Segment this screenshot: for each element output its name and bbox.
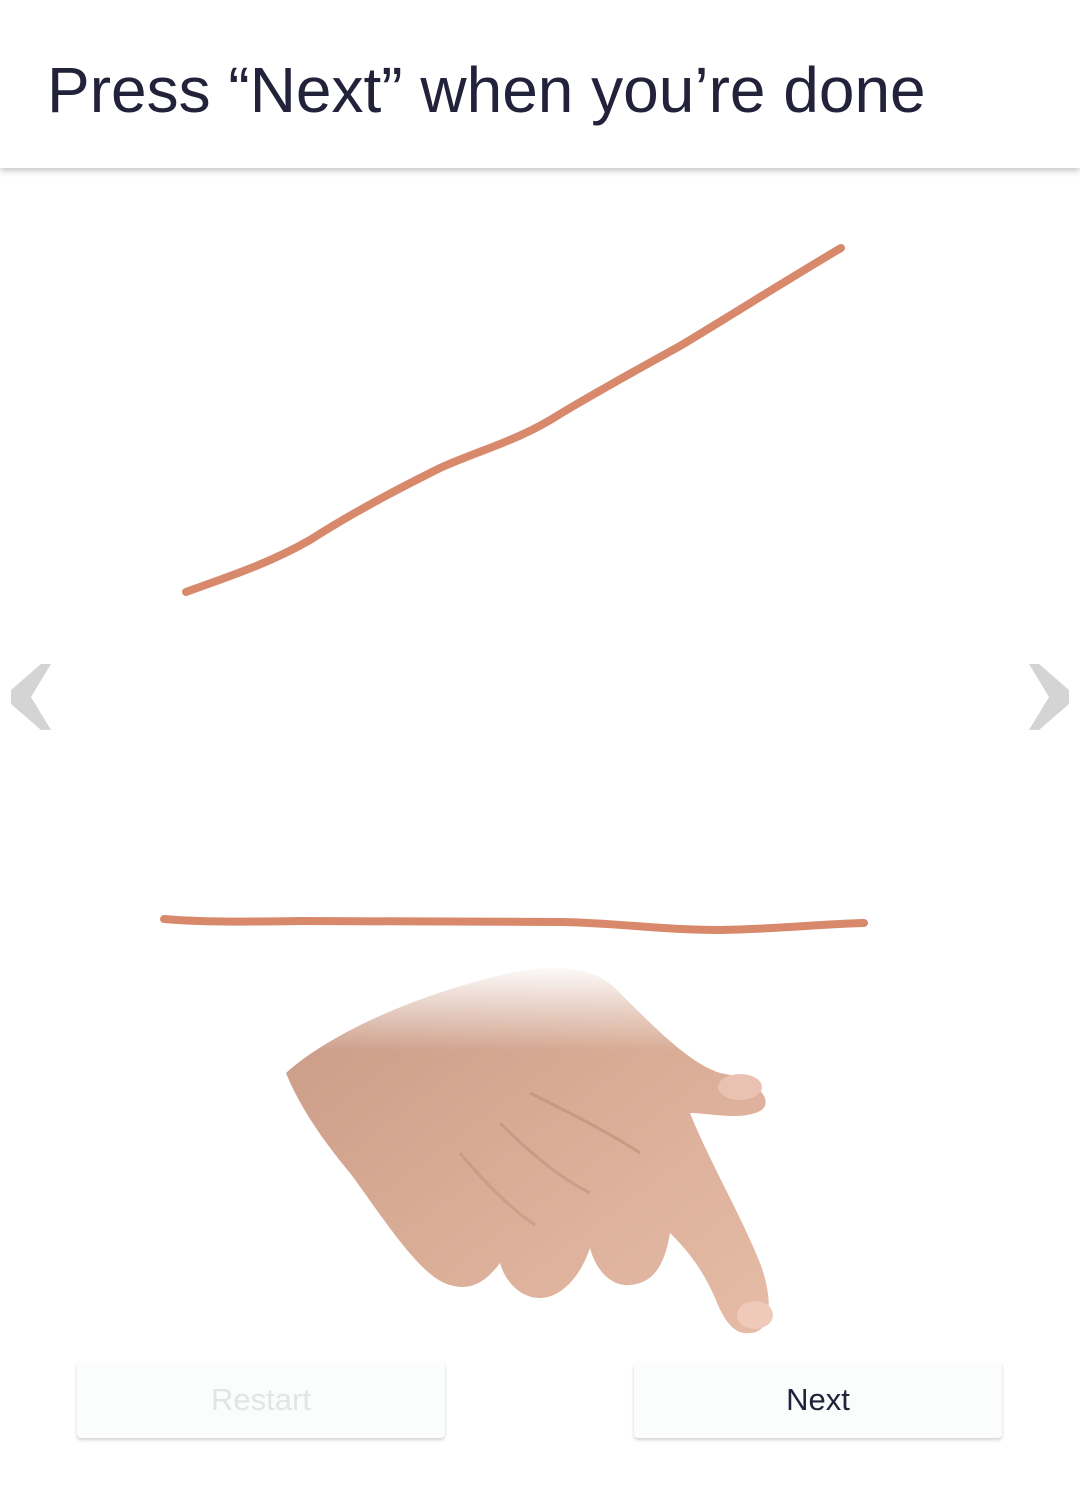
next-button[interactable]: Next bbox=[634, 1362, 1002, 1438]
app-header: Press “Next” when you’re done bbox=[0, 0, 1080, 168]
chevron-right-icon[interactable] bbox=[1029, 664, 1073, 730]
drawing-canvas-area[interactable] bbox=[0, 178, 1080, 1502]
horizontal-stroke bbox=[160, 915, 868, 934]
diagonal-stroke bbox=[182, 244, 845, 596]
chevron-left-icon[interactable] bbox=[7, 664, 51, 730]
pointing-hand-icon bbox=[270, 963, 790, 1363]
restart-button[interactable]: Restart bbox=[77, 1362, 445, 1438]
page-title: Press “Next” when you’re done bbox=[47, 54, 926, 126]
